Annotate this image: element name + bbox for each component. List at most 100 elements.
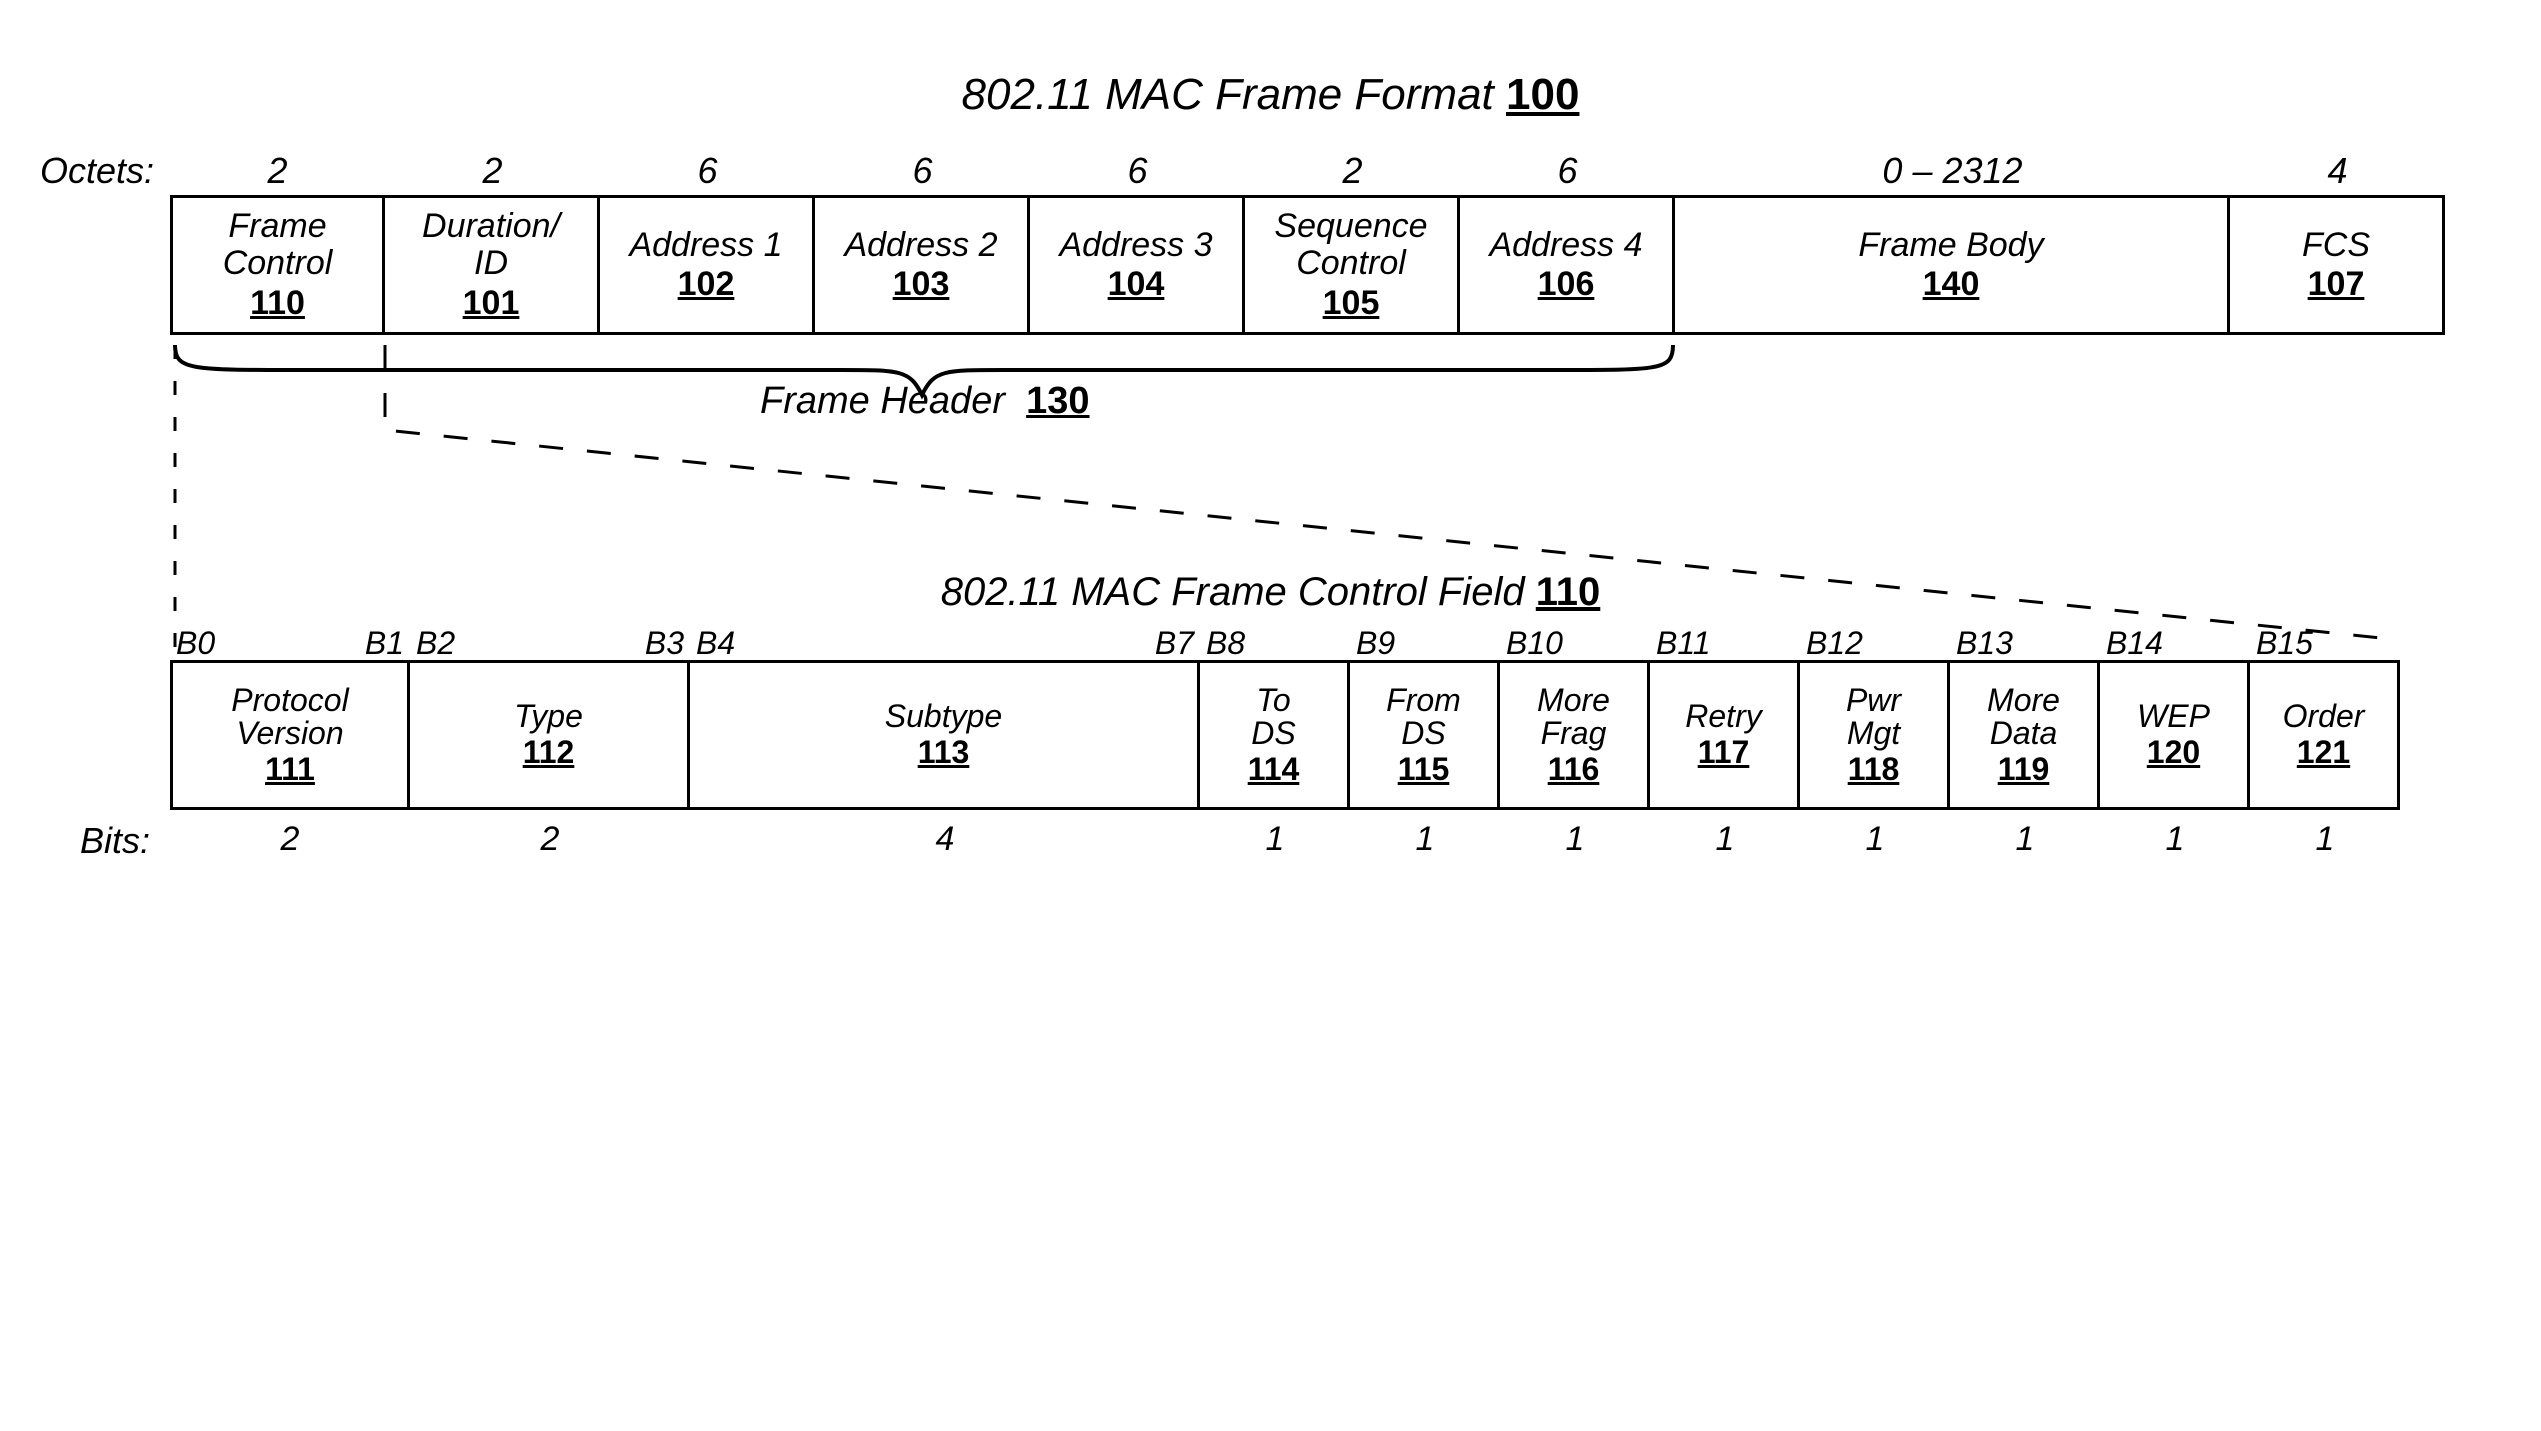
bit-right: [1493, 625, 1494, 662]
bit-left: B13: [1956, 625, 2013, 662]
frame-field-ref: 101: [463, 285, 520, 322]
frame-header-label: Frame Header 130: [760, 380, 1090, 423]
control-field-ref: 111: [265, 753, 315, 787]
control-field-ref: 114: [1248, 753, 1300, 787]
frame-control-subtitle-ref: 110: [1536, 570, 1601, 614]
bit-right: [2093, 625, 2094, 662]
control-field: Type112: [410, 660, 690, 810]
frame-field: Address 4106: [1460, 195, 1675, 335]
control-field-ref: 119: [1998, 753, 2050, 787]
bit-left: B12: [1806, 625, 1863, 662]
bit-left: B0: [176, 625, 215, 662]
control-field: Retry117: [1650, 660, 1800, 810]
frame-header-ref: 130: [1026, 380, 1089, 422]
bit-count: 1: [2250, 820, 2400, 859]
control-field-label: Protocol Version: [231, 684, 348, 751]
bit-range-label: B8: [1200, 625, 1350, 662]
control-field: Order121: [2250, 660, 2400, 810]
top-octets-row: 22666260 – 23124: [170, 150, 2445, 192]
frame-header-text: Frame Header: [760, 380, 1005, 422]
octet-count: 6: [1030, 150, 1245, 192]
bit-count: 2: [170, 820, 410, 859]
control-field-ref: 121: [2297, 736, 2350, 770]
bits-label: Bits:: [80, 820, 150, 862]
frame-control-subtitle: 802.11 MAC Frame Control Field 110: [0, 570, 2541, 615]
bit-range-label: B9: [1350, 625, 1500, 662]
bit-range-label: B15: [2250, 625, 2400, 662]
bit-left: B14: [2106, 625, 2163, 662]
control-field: Pwr Mgt118: [1800, 660, 1950, 810]
frame-field-ref: 106: [1538, 266, 1595, 303]
frame-field-label: Frame Body: [1858, 227, 2043, 264]
frame-field: Frame Control110: [170, 195, 385, 335]
control-field: To DS114: [1200, 660, 1350, 810]
control-field: Protocol Version111: [170, 660, 410, 810]
control-field-label: WEP: [2137, 700, 2210, 734]
octet-count: 2: [1245, 150, 1460, 192]
bit-left: B8: [1206, 625, 1245, 662]
frame-field-label: Duration/ ID: [422, 208, 560, 283]
bit-count: 1: [1950, 820, 2100, 859]
bit-count: 2: [410, 820, 690, 859]
bit-range-label: B14: [2100, 625, 2250, 662]
bit-right: [1343, 625, 1344, 662]
frame-field-label: FCS: [2302, 227, 2370, 264]
bottom-bits-row: 22411111111: [170, 820, 2400, 859]
bit-left: B11: [1656, 625, 1711, 662]
bit-left: B2: [416, 625, 455, 662]
octet-count: 0 – 2312: [1675, 150, 2230, 192]
control-field-label: Pwr Mgt: [1846, 684, 1901, 751]
control-field-label: More Data: [1987, 684, 2060, 751]
frame-field: Frame Body140: [1675, 195, 2230, 335]
octet-count: 6: [600, 150, 815, 192]
bit-count: 1: [1800, 820, 1950, 859]
bit-left: B10: [1506, 625, 1563, 662]
bit-range-label: B2 B3: [410, 625, 690, 662]
octets-label: Octets:: [40, 150, 154, 192]
control-field: Subtype113: [690, 660, 1200, 810]
diagram-title: 802.11 MAC Frame Format 100: [0, 70, 2541, 120]
bit-range-label: B11: [1650, 625, 1800, 662]
bit-range-label: B13: [1950, 625, 2100, 662]
octet-count: 2: [385, 150, 600, 192]
octet-count: 6: [815, 150, 1030, 192]
frame-field-label: Address 2: [844, 227, 997, 264]
top-fields-row: Frame Control110Duration/ ID101Address 1…: [170, 195, 2445, 335]
bit-count: 1: [1500, 820, 1650, 859]
control-field-label: More Frag: [1537, 684, 1610, 751]
control-field: WEP120: [2100, 660, 2250, 810]
frame-field: Address 2103: [815, 195, 1030, 335]
control-field-ref: 117: [1698, 736, 1750, 770]
bit-labels-row: B0B1B2B3B4B7B8B9B10B11B12B13B14B15: [170, 625, 2400, 662]
frame-field: Duration/ ID101: [385, 195, 600, 335]
bit-right: [1793, 625, 1794, 662]
diagram-root: 802.11 MAC Frame Format 100 Octets: 2266…: [0, 0, 2541, 1431]
bit-right: B1: [365, 625, 404, 662]
bit-right: [1943, 625, 1944, 662]
bit-count: 1: [1200, 820, 1350, 859]
bit-left: B15: [2256, 625, 2313, 662]
bit-range-label: B12: [1800, 625, 1950, 662]
diagram-title-ref: 100: [1506, 70, 1579, 119]
frame-field-ref: 105: [1323, 285, 1380, 322]
frame-field-label: Address 1: [629, 227, 782, 264]
control-field-ref: 116: [1548, 753, 1600, 787]
frame-field-label: Address 3: [1059, 227, 1212, 264]
frame-field-ref: 102: [678, 266, 735, 303]
bit-range-label: B10: [1500, 625, 1650, 662]
control-field-ref: 113: [918, 736, 970, 770]
bit-right: B3: [645, 625, 684, 662]
control-field-label: Retry: [1685, 700, 1761, 734]
control-field-label: Type: [514, 700, 583, 734]
frame-field-ref: 107: [2308, 266, 2365, 303]
bit-right: [2243, 625, 2244, 662]
control-field-label: From DS: [1386, 684, 1461, 751]
frame-field-ref: 140: [1923, 266, 1980, 303]
frame-field-ref: 104: [1108, 266, 1165, 303]
bit-count: 4: [690, 820, 1200, 859]
bit-count: 1: [1650, 820, 1800, 859]
frame-field-label: Frame Control: [223, 208, 333, 283]
frame-field: Address 1102: [600, 195, 815, 335]
bit-left: B4: [696, 625, 735, 662]
control-field-label: Order: [2283, 700, 2365, 734]
